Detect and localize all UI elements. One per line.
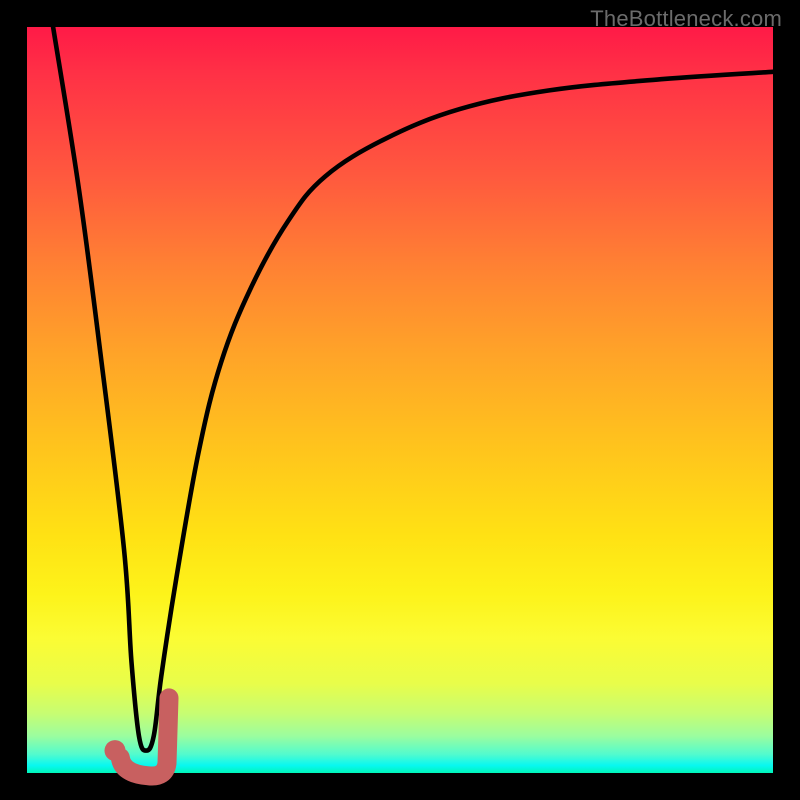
- bottleneck-curve: [53, 27, 773, 751]
- marker-j-dot: [105, 740, 126, 761]
- plot-area: [27, 27, 773, 773]
- marker-j-stroke: [120, 698, 169, 776]
- curve-layer: [27, 27, 773, 773]
- watermark-text: TheBottleneck.com: [590, 6, 782, 32]
- chart-frame: TheBottleneck.com: [0, 0, 800, 800]
